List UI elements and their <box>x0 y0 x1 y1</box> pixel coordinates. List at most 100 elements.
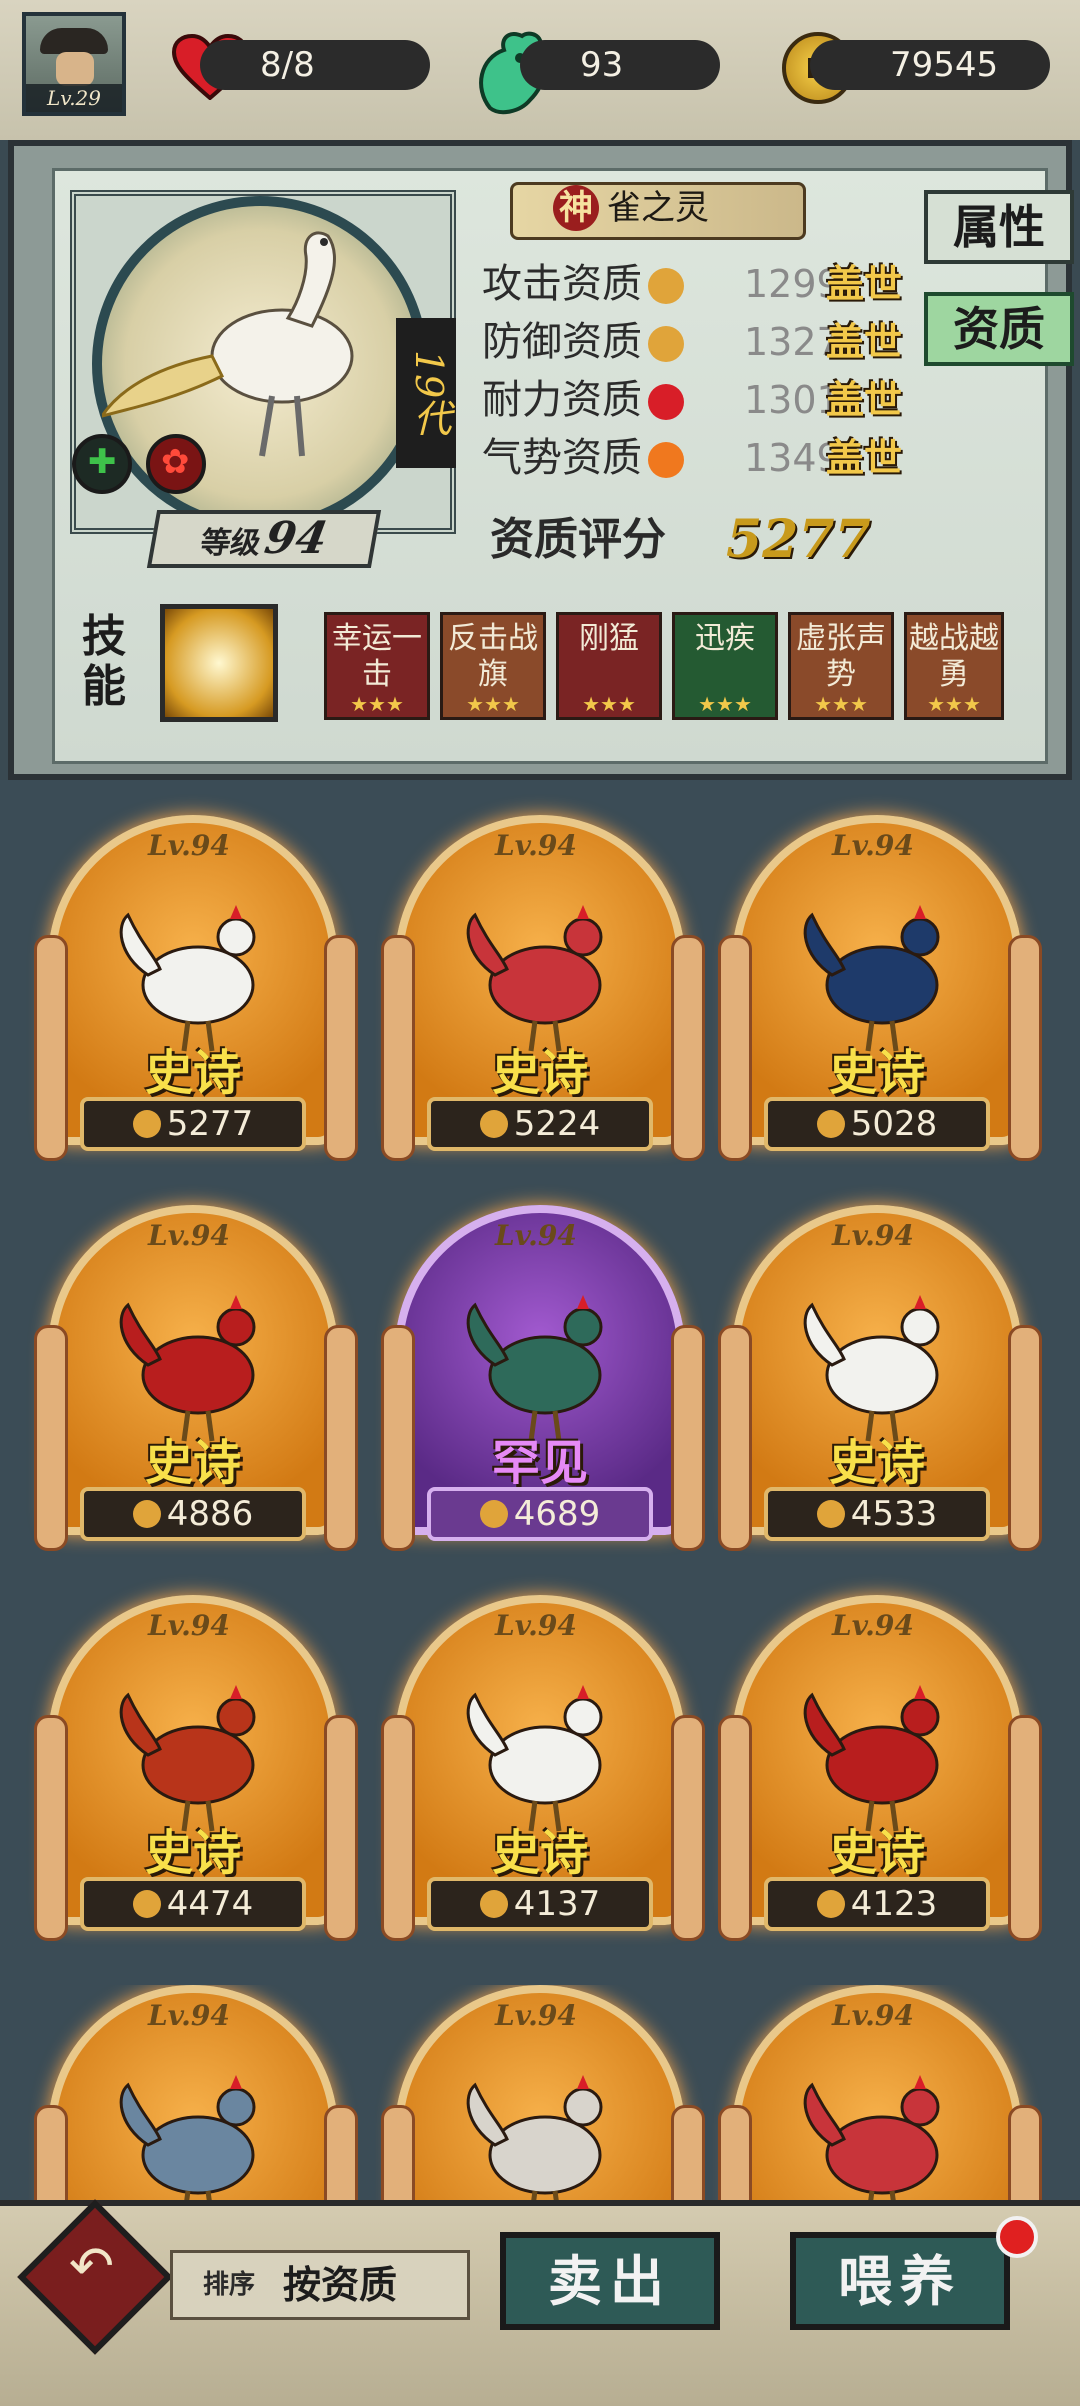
card-rarity: 史诗 <box>491 1045 588 1101</box>
card-score: 5277 <box>166 1104 254 1144</box>
skill-name: 反击战旗 <box>448 621 538 692</box>
peacock-skill-icon[interactable] <box>160 604 278 722</box>
card-rarity: 史诗 <box>491 1825 588 1881</box>
element-wind-icon[interactable] <box>72 434 132 494</box>
rooster-card[interactable]: Lv.94 史诗 4123 <box>712 1595 1042 1965</box>
card-rarity: 史诗 <box>828 1045 925 1101</box>
avatar-hat <box>40 28 108 54</box>
skill-tag[interactable]: 越战越勇 ★★★ <box>904 612 1004 720</box>
card-rarity: 史诗 <box>144 1825 241 1881</box>
card-level: Lv.94 <box>832 1609 914 1642</box>
skill-stars: ★★★ <box>814 692 868 716</box>
card-score-plate: 4137 <box>427 1877 653 1931</box>
stat-label: 耐力资质 <box>482 377 642 423</box>
card-level: Lv.94 <box>495 1609 577 1642</box>
card-rarity: 罕见 <box>491 1435 588 1491</box>
skill-tag[interactable]: 迅疾 ★★★ <box>672 612 778 720</box>
card-score: 5224 <box>513 1104 601 1144</box>
card-score: 4474 <box>166 1884 254 1924</box>
score-label: 资质评分 <box>490 514 666 565</box>
rooster-card[interactable]: Lv.94 史诗 5277 <box>28 815 358 1185</box>
player-level: Lv.29 <box>26 84 122 112</box>
card-score: 4123 <box>850 1884 938 1924</box>
stamina-value: 8/8 <box>260 45 315 85</box>
card-score-plate: 5277 <box>80 1097 306 1151</box>
skill-stars: ★★★ <box>350 692 404 716</box>
skill-tag[interactable]: 反击战旗 ★★★ <box>440 612 546 720</box>
skill-stars: ★★★ <box>927 692 981 716</box>
skill-tag[interactable]: 虚张声势 ★★★ <box>788 612 894 720</box>
stat-attack-row: 攻击资质 1299 盖世 <box>482 256 922 312</box>
jade-counter: 93 <box>520 40 720 90</box>
tab-attributes[interactable]: 属性 <box>924 190 1074 264</box>
card-score: 5028 <box>850 1104 938 1144</box>
card-score-plate: 4886 <box>80 1487 306 1541</box>
stat-grade: 盖世 <box>826 319 903 364</box>
card-ornament <box>324 2105 358 2200</box>
sell-button[interactable]: 卖出 <box>500 2232 720 2330</box>
card-score-plate: 4474 <box>80 1877 306 1931</box>
rooster-card[interactable]: Lv.94 <box>28 1985 358 2200</box>
card-score-plate: 5028 <box>764 1097 990 1151</box>
feed-button[interactable]: 喂养 <box>790 2232 1010 2330</box>
sort-label: 排序 <box>203 2270 256 2300</box>
card-score-plate: 4689 <box>427 1487 653 1541</box>
rooster-card[interactable]: Lv.94 史诗 4137 <box>375 1595 705 1965</box>
rooster-card[interactable]: Lv.94 史诗 5028 <box>712 815 1042 1185</box>
rooster-icon <box>803 905 940 1052</box>
rooster-card[interactable]: Lv.94 <box>375 1985 705 2200</box>
tab-quality[interactable]: 资质 <box>924 292 1074 366</box>
rooster-icon <box>466 1685 603 1832</box>
card-level: Lv.94 <box>495 1999 577 2032</box>
sort-value: 按资质 <box>283 2262 398 2307</box>
rooster-icon <box>119 905 256 1052</box>
rooster-card[interactable]: Lv.94 史诗 4886 <box>28 1205 358 1575</box>
skill-name: 虚张声势 <box>796 621 886 692</box>
level-label: 等级 <box>197 526 264 561</box>
rooster-icon <box>466 905 603 1052</box>
rooster-card[interactable]: Lv.94 罕见 4689 <box>375 1205 705 1575</box>
card-ornament <box>381 2105 415 2200</box>
stat-label: 气势资质 <box>482 435 642 481</box>
stat-grade: 盖世 <box>826 435 903 480</box>
rooster-card[interactable]: Lv.94 <box>712 1985 1042 2200</box>
skill-tag[interactable]: 刚猛 ★★★ <box>556 612 662 720</box>
stat-grade: 盖世 <box>826 377 903 422</box>
rooster-icon <box>803 1685 940 1832</box>
card-ornament <box>718 2105 752 2200</box>
card-level: Lv.94 <box>495 829 577 862</box>
rooster-card[interactable]: Lv.94 史诗 4474 <box>28 1595 358 1965</box>
rooster-icon <box>466 2075 603 2200</box>
feather-icon <box>816 1500 845 1528</box>
rooster-card[interactable]: Lv.94 史诗 4533 <box>712 1205 1042 1575</box>
stat-grade: 盖世 <box>826 261 903 306</box>
skill-name: 幸运一击 <box>332 621 422 692</box>
coin-counter: 79545 <box>810 40 1050 90</box>
skill-name: 刚猛 <box>579 621 639 656</box>
jade-value: 93 <box>580 45 624 85</box>
rooster-card[interactable]: Lv.94 史诗 5224 <box>375 815 705 1185</box>
card-ornament <box>1008 2105 1042 2200</box>
skill-stars: ★★★ <box>582 692 636 716</box>
quality-score: 资质评分 5277 <box>490 508 960 572</box>
heart-icon <box>648 384 684 420</box>
rooster-icon <box>119 1295 256 1442</box>
skill-name: 迅疾 <box>695 621 755 656</box>
card-ornament <box>34 2105 68 2200</box>
rooster-icon <box>119 1685 256 1832</box>
card-level: Lv.94 <box>148 1219 230 1252</box>
card-score-plate: 4123 <box>764 1877 990 1931</box>
notification-dot <box>996 2216 1038 2258</box>
rooster-icon <box>803 2075 940 2200</box>
player-avatar[interactable]: Lv.29 <box>22 12 126 116</box>
rooster-icon <box>803 1295 940 1442</box>
feather-icon <box>132 1890 161 1918</box>
score-value: 5277 <box>726 509 871 570</box>
feather-icon <box>816 1110 845 1138</box>
skill-tag[interactable]: 幸运一击 ★★★ <box>324 612 430 720</box>
element-fire-icon[interactable] <box>146 434 206 494</box>
feather-icon <box>479 1890 508 1918</box>
card-level: Lv.94 <box>148 1609 230 1642</box>
rooster-name-plate: 神雀之灵 <box>510 182 806 240</box>
sort-selector[interactable]: 排序 按资质 <box>170 2250 470 2320</box>
